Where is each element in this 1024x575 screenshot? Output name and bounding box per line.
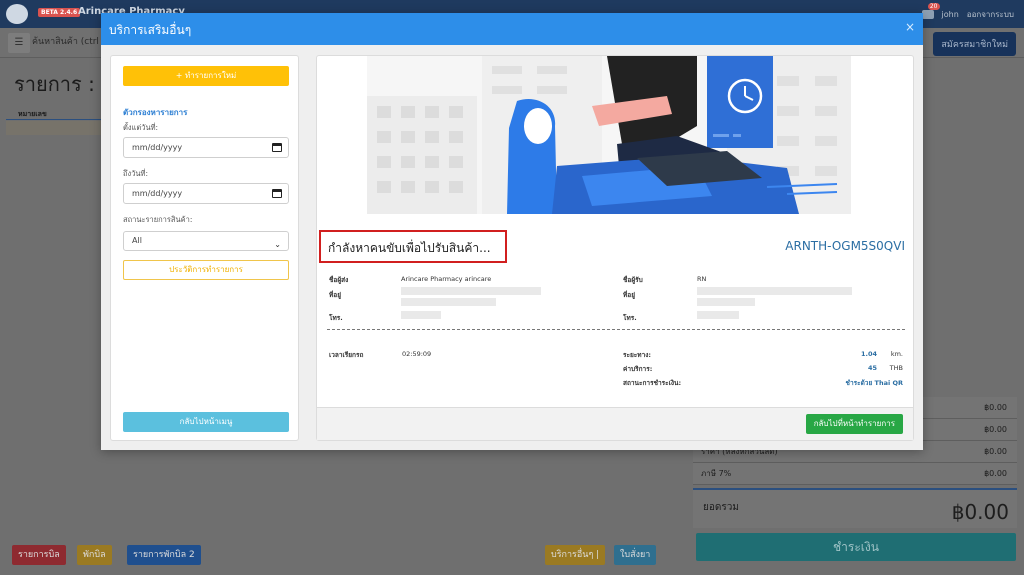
- payment-status-value: ชำระด้วย Thai QR: [845, 379, 903, 387]
- receiver-address-redacted: [697, 298, 755, 306]
- back-to-orders-button[interactable]: กลับไปที่หน้าทำรายการ: [805, 414, 903, 434]
- app-logo: [6, 4, 28, 24]
- order-id: ARNTH-OGM5S0QVI: [785, 239, 905, 253]
- call-time-label: เวลาเรียกรถ: [329, 351, 364, 359]
- notification-icon[interactable]: 20: [921, 3, 940, 19]
- filter-sidebar: + ทำรายการใหม่ ตัวกรองหารายการ ตั้งแต่วั…: [110, 55, 299, 441]
- history-button[interactable]: ประวัติการทำรายการ: [123, 260, 289, 280]
- new-member-button[interactable]: สมัครสมาชิกใหม่: [933, 32, 1016, 56]
- bill-list-button[interactable]: รายการบิล: [12, 545, 66, 565]
- receiver-name: RN: [697, 275, 707, 283]
- sender-address-redacted: [401, 287, 541, 295]
- chevron-down-icon: ⌄: [274, 240, 281, 249]
- summary-value: ฿0.00: [984, 425, 1007, 434]
- distance-unit: km.: [890, 350, 903, 358]
- modal-header: บริการเสริมอื่นๆ ×: [101, 13, 923, 45]
- from-date-label: ตั้งแต่วันที่:: [123, 123, 159, 132]
- sender-phone-label: โทร.: [329, 314, 343, 322]
- sender-address-redacted: [401, 298, 496, 306]
- notification-count: 20: [927, 3, 940, 10]
- modal-body: + ทำรายการใหม่ ตัวกรองหารายการ ตั้งแต่วั…: [101, 45, 923, 450]
- summary-value: ฿0.00: [984, 403, 1007, 412]
- summary-label: ภาษี 7%: [701, 469, 732, 478]
- calendar-icon[interactable]: [272, 143, 282, 152]
- grand-total: ยอดรวม ฿0.00: [693, 488, 1017, 528]
- user-name[interactable]: john: [942, 10, 959, 19]
- pay-button[interactable]: ชำระเงิน: [696, 533, 1016, 561]
- other-services-button[interactable]: บริการอื่นๆ |: [545, 545, 606, 565]
- sender-name: Arincare Pharmacy arincare: [401, 275, 492, 283]
- new-order-button[interactable]: + ทำรายการใหม่: [123, 66, 289, 86]
- receiver-address-label: ที่อยู่: [623, 291, 635, 299]
- order-status-text: กำลังหาคนขับเพื่อไปรับสินค้า...: [328, 241, 491, 255]
- distance-value: 1.04: [860, 350, 877, 358]
- sender-address-label: ที่อยู่: [329, 291, 341, 299]
- distance-label: ระยะทาง:: [623, 351, 651, 359]
- receiver-name-label: ชื่อผู้รับ: [623, 276, 643, 284]
- back-to-menu-button[interactable]: กลับไปหน้าเมนู: [123, 412, 289, 432]
- top-right-menu: 20 john ออกจากระบบ: [921, 3, 1014, 21]
- page-title: รายการ : S: [14, 72, 114, 96]
- fee-value: 45: [867, 364, 877, 372]
- fee-label: ค่าบริการ:: [623, 365, 653, 373]
- receiver-phone-redacted: [697, 311, 739, 319]
- calendar-icon[interactable]: [272, 189, 282, 198]
- modal-title: บริการเสริมอื่นๆ: [109, 23, 192, 37]
- filter-title: ตัวกรองหารายการ: [123, 108, 188, 117]
- hold-bill-button[interactable]: พักบิล: [77, 545, 112, 565]
- services-modal: บริการเสริมอื่นๆ × + ทำรายการใหม่ ตัวกรอ…: [101, 13, 923, 450]
- close-icon[interactable]: ×: [905, 20, 915, 34]
- sender-name-label: ชื่อผู้ส่ง: [329, 276, 349, 284]
- status-label: สถานะรายการสินค้า:: [123, 215, 193, 224]
- logout-link[interactable]: ออกจากระบบ: [967, 8, 1014, 21]
- sender-phone-redacted: [401, 311, 441, 319]
- section-divider: [327, 329, 905, 330]
- panel-footer: กลับไปที่หน้าทำรายการ: [317, 407, 913, 440]
- held-bill-list-button[interactable]: รายการพักบิล 2: [127, 545, 201, 565]
- call-time: 02:59:09: [402, 350, 432, 358]
- summary-value: ฿0.00: [984, 447, 1007, 456]
- version-badge: BETA 2.4.6: [38, 8, 81, 17]
- order-detail-panel: กำลังหาคนขับเพื่อไปรับสินค้า... ARNTH-OG…: [316, 55, 914, 441]
- total-label: ยอดรวม: [703, 502, 739, 513]
- to-date-label: ถึงวันที่:: [123, 169, 149, 178]
- to-date-input[interactable]: mm/dd/yyyy: [123, 183, 289, 204]
- column-underline: [6, 119, 101, 120]
- payment-status-label: สถานะการชำระเงิน:: [623, 379, 682, 387]
- summary-row: ภาษี 7% ฿0.00: [693, 463, 1017, 485]
- receiver-phone-label: โทร.: [623, 314, 637, 322]
- order-status-box: กำลังหาคนขับเพื่อไปรับสินค้า...: [319, 230, 507, 263]
- total-value: ฿0.00: [951, 500, 1009, 524]
- prescription-button[interactable]: ใบสั่งยา: [614, 545, 657, 565]
- from-date-input[interactable]: mm/dd/yyyy: [123, 137, 289, 158]
- receiver-address-redacted: [697, 287, 852, 295]
- fee-unit: THB: [889, 364, 903, 372]
- summary-value: ฿0.00: [984, 469, 1007, 478]
- delivery-illustration: [367, 56, 851, 214]
- table-row[interactable]: [6, 121, 101, 135]
- menu-toggle-button[interactable]: ☰: [8, 33, 30, 53]
- status-select[interactable]: All ⌄: [123, 231, 289, 251]
